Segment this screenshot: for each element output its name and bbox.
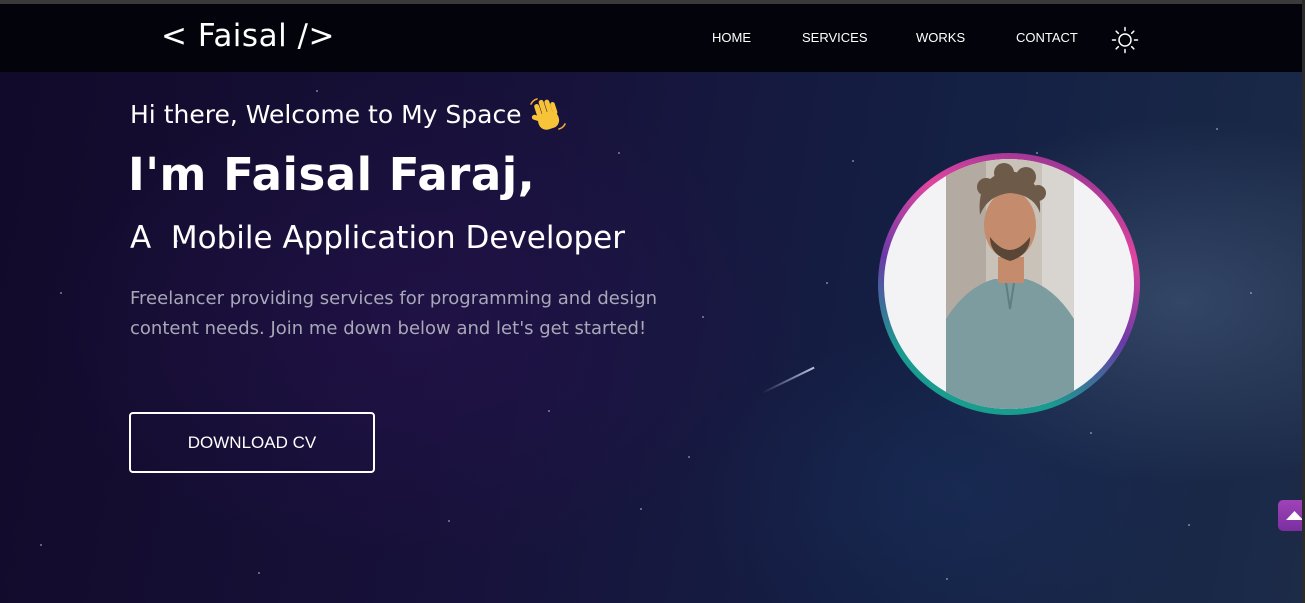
star — [618, 152, 620, 154]
navbar: < Faisal /> HOME SERVICES WORKS CONTACT — [0, 4, 1302, 72]
sun-icon[interactable] — [1111, 26, 1139, 54]
nav-link-services[interactable]: SERVICES — [802, 30, 868, 45]
arrow-up-icon — [1278, 511, 1305, 535]
star — [40, 544, 42, 546]
star — [1188, 524, 1190, 526]
nav-link-works[interactable]: WORKS — [916, 30, 965, 45]
star — [1036, 152, 1038, 154]
star — [702, 316, 704, 318]
avatar — [884, 159, 1134, 409]
star — [640, 508, 642, 510]
star — [60, 292, 62, 294]
hero-greeting: Hi there, Welcome to My Space — [130, 100, 522, 129]
star — [316, 90, 318, 92]
site-logo[interactable]: < Faisal /> — [161, 18, 335, 54]
star — [258, 572, 260, 574]
star — [826, 282, 828, 284]
star — [548, 410, 550, 412]
waving-hand-icon — [528, 95, 568, 135]
nav-link-home[interactable]: HOME — [712, 30, 751, 45]
download-cv-button[interactable]: DOWNLOAD CV — [129, 412, 375, 473]
star — [448, 520, 450, 522]
profile-photo — [946, 159, 1074, 409]
star — [688, 456, 690, 458]
hero-name: I'm Faisal Faraj, — [128, 148, 536, 201]
star — [852, 160, 854, 162]
star — [1090, 432, 1092, 434]
hero-role: A Mobile Application Developer — [130, 220, 625, 256]
star — [1250, 292, 1252, 294]
scroll-to-top-button[interactable] — [1278, 500, 1305, 531]
star — [946, 578, 948, 580]
shooting-star — [761, 366, 815, 394]
star — [1216, 128, 1218, 130]
avatar-ring — [878, 153, 1140, 415]
hero-description: Freelancer providing services for progra… — [130, 288, 658, 339]
nav-link-contact[interactable]: CONTACT — [1016, 30, 1078, 45]
